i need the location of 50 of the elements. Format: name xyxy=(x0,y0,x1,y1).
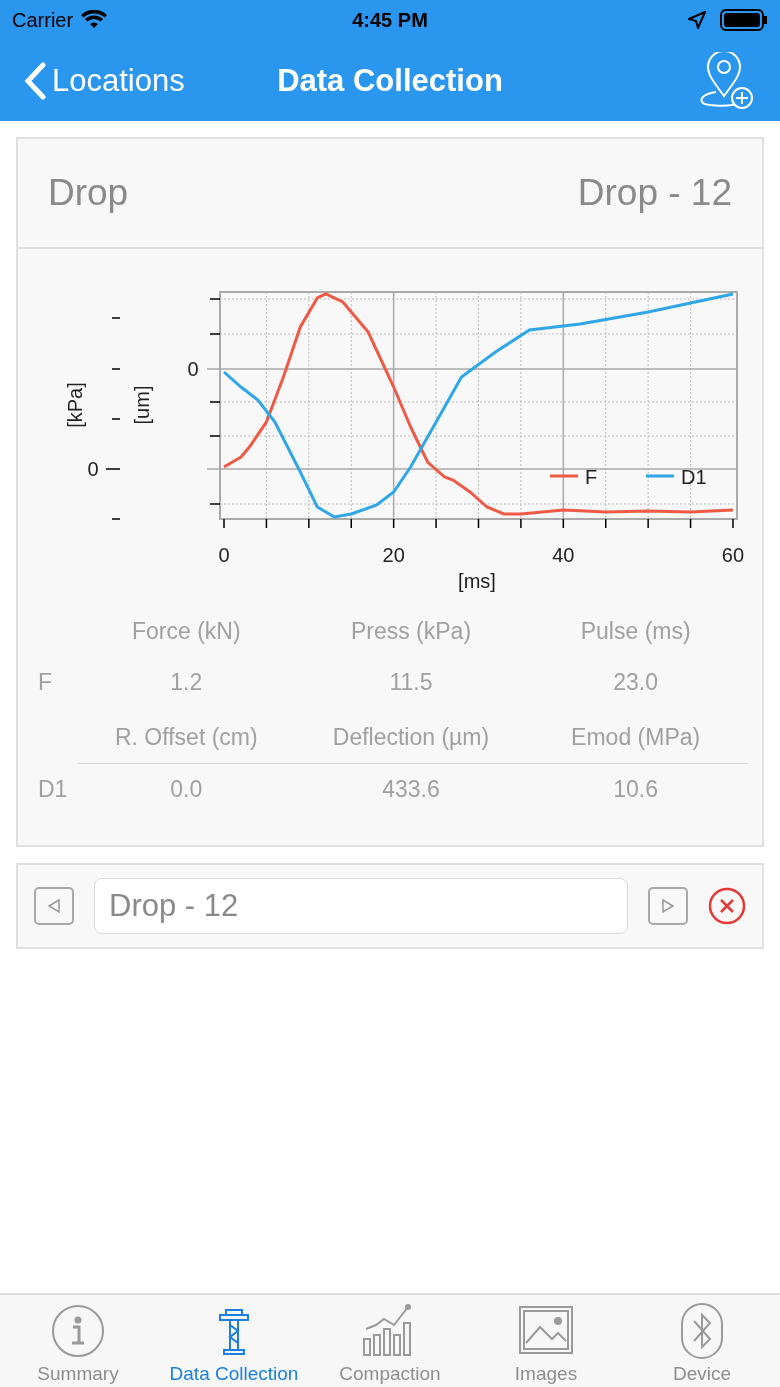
value-cell-text: 0.0 xyxy=(169,775,204,804)
drop-name: Drop - 12 xyxy=(577,172,732,214)
column-header: Deflection (µm) xyxy=(331,723,491,752)
tab[interactable]: Device xyxy=(624,1295,780,1387)
axis-label: [um] xyxy=(131,385,153,425)
tick-label: 0 xyxy=(218,544,230,566)
tab[interactable]: Data Collection xyxy=(156,1295,312,1387)
axis-label: [ms] xyxy=(458,570,496,592)
legend-label: F xyxy=(585,466,598,488)
value-cell-text: 433.6 xyxy=(381,775,441,804)
drop-field[interactable]: Drop - 12 xyxy=(94,878,628,934)
tick-label: 20 xyxy=(382,544,405,566)
drop-label: Drop xyxy=(48,172,129,214)
tab[interactable]: Images xyxy=(468,1295,624,1387)
column-header: R. Offset (cm) xyxy=(113,723,259,752)
value-cell-text: 11.5 xyxy=(388,668,434,697)
value-cell-text: 1.2 xyxy=(169,668,204,697)
tick-label: 0 xyxy=(187,358,199,380)
delete-icon[interactable] xyxy=(708,887,746,925)
row-label: D1 xyxy=(37,775,69,804)
add-location-icon[interactable] xyxy=(698,51,756,110)
row-label: F xyxy=(37,668,54,697)
tab[interactable]: Summary xyxy=(0,1295,156,1387)
chevron-left-icon xyxy=(24,61,46,100)
triangle-left-icon xyxy=(47,898,61,914)
column-header: Press (kPa) xyxy=(349,617,473,646)
back-link[interactable]: Locations xyxy=(24,61,185,100)
legend-line xyxy=(646,474,674,478)
screen-title: Data Collection xyxy=(277,62,503,99)
column-header: Force (kN) xyxy=(131,617,242,646)
carrier-label: Carrier xyxy=(12,8,74,32)
legend-label: D1 xyxy=(681,466,707,488)
wifi-icon xyxy=(81,10,108,30)
axis-label: [kPa] xyxy=(64,382,86,428)
location-arrow-icon xyxy=(688,11,706,29)
info-icon xyxy=(50,1303,106,1359)
battery-icon xyxy=(720,9,768,31)
tick-label: 40 xyxy=(552,544,575,566)
tab[interactable]: Compaction xyxy=(312,1295,468,1387)
previous-button[interactable] xyxy=(34,887,74,925)
tick-label: 0 xyxy=(87,458,99,480)
column-header: Emod (MPa) xyxy=(570,723,702,752)
legend-line xyxy=(550,474,578,478)
status-time: 4:45 PM xyxy=(352,8,428,32)
value-cell-text: 23.0 xyxy=(612,668,660,697)
column-header: Pulse (ms) xyxy=(579,617,692,646)
triangle-right-icon xyxy=(661,898,675,914)
value-cell-text: 10.6 xyxy=(612,775,660,804)
tick-label: 60 xyxy=(721,544,745,566)
next-button[interactable] xyxy=(648,887,688,925)
